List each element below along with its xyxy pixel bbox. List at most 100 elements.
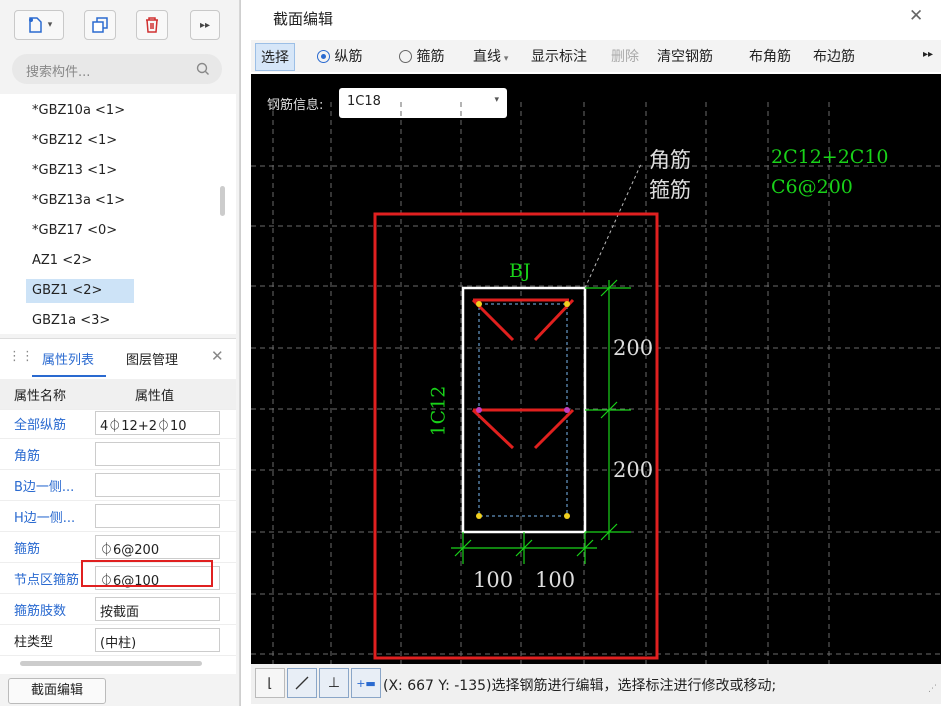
- row-name: 箍筋: [14, 542, 41, 557]
- delete-rebar-button[interactable]: 删除: [611, 46, 639, 66]
- orthogonal-button[interactable]: ⌊: [255, 668, 285, 698]
- oblique-line-icon: [295, 676, 309, 690]
- angle-icon: ⌊: [267, 675, 273, 691]
- snap-icon: +▬: [356, 676, 376, 690]
- list-item[interactable]: *GBZ10a <1>: [32, 99, 125, 123]
- list-scrollbar[interactable]: [220, 186, 225, 216]
- new-file-icon: [28, 17, 42, 33]
- dimension-lines: [451, 279, 631, 564]
- side-rebar-label: 1C12: [427, 385, 450, 437]
- status-text: (X: 667 Y: -135)选择钢筋进行编辑，选择标注进行修改或移动;: [383, 678, 777, 694]
- list-item[interactable]: *GBZ17 <0>: [32, 219, 117, 243]
- active-tab-indicator: [32, 375, 106, 377]
- radio-unchecked-icon: [399, 50, 412, 63]
- line-dropdown[interactable]: 直线 ▾: [473, 46, 508, 66]
- copy-button[interactable]: [84, 10, 116, 40]
- search-icon: [196, 62, 209, 75]
- show-label-button[interactable]: 显示标注: [531, 46, 587, 66]
- corner-label: 角筋: [649, 148, 691, 172]
- double-chevron-icon: ▸▸: [199, 19, 211, 31]
- row-value-input[interactable]: 按截面: [95, 597, 220, 621]
- table-row: H边一侧...: [0, 501, 236, 532]
- table-row: 箍筋肢数 按截面: [0, 594, 236, 625]
- stirrup-label: 箍筋: [416, 49, 445, 65]
- table-header: 属性名称 属性值: [0, 379, 236, 410]
- more-icon[interactable]: ▸▸: [923, 49, 933, 60]
- rebar-hooks: [471, 298, 575, 450]
- row-value-input[interactable]: 4⏀12+2⏀10: [95, 411, 220, 435]
- close-icon[interactable]: ✕: [909, 6, 923, 26]
- dialog-title: 截面编辑: [273, 10, 334, 28]
- table-row: 全部纵筋 4⏀12+2⏀10: [0, 408, 236, 439]
- table-row: 柱类型 (中柱): [0, 625, 236, 656]
- tab-properties[interactable]: 属性列表: [42, 349, 94, 368]
- line-label: 直线: [473, 49, 501, 65]
- clear-rebar-button[interactable]: 清空钢筋: [657, 46, 713, 66]
- delete-button[interactable]: [136, 10, 168, 40]
- section-canvas[interactable]: 钢筋信息: 1C18 ▾ 角筋 2C12+2C10 箍筋 C6@200 BJ 1…: [251, 74, 941, 664]
- list-item[interactable]: *GBZ13 <1>: [32, 159, 117, 183]
- table-row: 角筋: [0, 439, 236, 470]
- search-placeholder: 搜索构件...: [26, 65, 91, 80]
- list-item[interactable]: *GBZ12 <1>: [32, 129, 117, 153]
- table-row: B边一侧...: [0, 470, 236, 501]
- row-name: 全部纵筋: [14, 418, 67, 433]
- property-panel: ⋮⋮ 属性列表 图层管理 ✕ 属性名称 属性值 全部纵筋 4⏀12+2⏀10 角筋…: [0, 338, 236, 674]
- list-item[interactable]: AZ1 <2>: [32, 249, 92, 273]
- edge-rebar-button[interactable]: 布边筋: [813, 46, 855, 66]
- dropdown-arrow-icon: ▾: [47, 20, 53, 30]
- trash-icon: [146, 17, 158, 33]
- list-item[interactable]: GBZ1a <3>: [32, 309, 110, 333]
- dimension-label[interactable]: 200: [613, 458, 653, 482]
- dimension-label[interactable]: 100: [535, 568, 575, 592]
- row-value-input[interactable]: [95, 442, 220, 466]
- bj-label: BJ: [509, 260, 531, 282]
- perpendicular-icon: ⊥: [327, 675, 341, 691]
- row-value-input[interactable]: (中柱): [95, 628, 220, 652]
- new-component-button[interactable]: ▾: [14, 10, 64, 40]
- row-value-input[interactable]: ⏀6@200: [95, 535, 220, 559]
- stirrup-radio[interactable]: 箍筋: [399, 46, 444, 66]
- select-tool-button[interactable]: 选择: [255, 43, 295, 71]
- row-name: 角筋: [14, 449, 41, 464]
- list-item-selected[interactable]: GBZ1 <2>: [26, 279, 134, 303]
- row-value-input[interactable]: [95, 504, 220, 528]
- component-panel: ▾ ▸▸ 搜索构件... *GBZ10a <1> *GBZ12 <1> *GBZ…: [0, 0, 240, 706]
- corner-rebar-button[interactable]: 布角筋: [749, 46, 791, 66]
- dropdown-arrow-icon: ▾: [501, 54, 509, 64]
- search-input[interactable]: 搜索构件...: [12, 54, 222, 84]
- row-value-input[interactable]: [95, 473, 220, 497]
- more-button[interactable]: ▸▸: [190, 10, 220, 40]
- drag-handle-icon[interactable]: ⋮⋮: [8, 349, 34, 364]
- snap-button[interactable]: +▬: [351, 668, 381, 698]
- row-name: 柱类型: [14, 635, 54, 650]
- copy-icon: [92, 17, 108, 33]
- dialog-toolbar: 选择 纵筋 箍筋 直线 ▾ 显示标注 删除 清空钢筋 布角筋 布边筋 ▸▸: [251, 40, 941, 72]
- list-item[interactable]: *GBZ13a <1>: [32, 189, 125, 213]
- perpendicular-button[interactable]: ⊥: [319, 668, 349, 698]
- stirrup-label: 箍筋: [649, 178, 691, 202]
- longitudinal-label: 纵筋: [334, 49, 363, 65]
- header-value: 属性值: [135, 389, 175, 404]
- horizontal-scrollbar[interactable]: [20, 661, 202, 666]
- row-name: H边一侧...: [14, 511, 76, 526]
- dimension-label[interactable]: 100: [473, 568, 513, 592]
- corner-value: 2C12+2C10: [771, 146, 889, 168]
- oblique-button[interactable]: [287, 668, 317, 698]
- section-edit-dialog: 截面编辑 ✕ 选择 纵筋 箍筋 直线 ▾ 显示标注 删除 清空钢筋 布角筋 布边…: [240, 0, 947, 706]
- header-name: 属性名称: [14, 389, 67, 404]
- row-name: B边一侧...: [14, 480, 75, 495]
- tab-layers[interactable]: 图层管理: [126, 349, 178, 368]
- highlight-box: [81, 560, 213, 587]
- dimension-label[interactable]: 200: [613, 336, 653, 360]
- stirrup-value: C6@200: [771, 176, 853, 198]
- section-edit-button[interactable]: 截面编辑: [8, 678, 106, 704]
- radio-checked-icon: [317, 50, 330, 63]
- table-row: 箍筋 ⏀6@200: [0, 532, 236, 563]
- close-icon[interactable]: ✕: [211, 347, 224, 365]
- longitudinal-radio[interactable]: 纵筋: [317, 46, 362, 66]
- row-name: 箍筋肢数: [14, 604, 67, 619]
- table-row: 节点区箍筋 ⏀6@100: [0, 560, 236, 594]
- status-bar: ⌊ ⊥ +▬ (X: 667 Y: -135)选择钢筋进行编辑，选择标注进行修改…: [251, 664, 941, 704]
- resize-grip-icon[interactable]: ⋰: [928, 684, 937, 694]
